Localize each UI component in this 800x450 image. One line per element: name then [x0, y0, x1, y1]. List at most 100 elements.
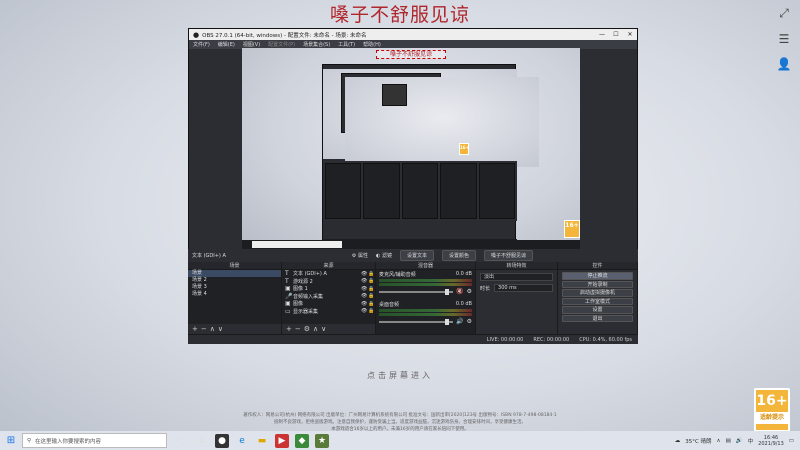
text-source-icon: T: [285, 270, 289, 278]
network-icon[interactable]: ▤: [726, 438, 731, 444]
obs-titlebar[interactable]: ● OBS 27.0.1 (64-bit, windows) - 配置文件: 未…: [189, 29, 637, 40]
eye-icon[interactable]: 👁: [361, 278, 368, 284]
text-value-field[interactable]: 嗓子不舒服见谅: [483, 250, 533, 261]
add-icon[interactable]: +: [192, 325, 201, 333]
eye-icon[interactable]: 👁: [361, 286, 368, 292]
live-status: LIVE: 00:00:00: [486, 336, 524, 343]
ime-indicator[interactable]: 中: [748, 437, 754, 445]
file-explorer-icon[interactable]: ▬: [255, 434, 269, 448]
app-icon-red[interactable]: ▶: [275, 433, 289, 448]
lock-icon[interactable]: 🔒: [368, 278, 375, 284]
source-item[interactable]: ▭ 显示器采集 👁 🔒: [282, 308, 375, 316]
cortana-icon[interactable]: ○: [175, 434, 189, 448]
maximize-icon[interactable]: ☐: [609, 31, 623, 38]
set-text-button[interactable]: 设置文本: [399, 250, 434, 261]
menu-view[interactable]: 视图(V): [243, 41, 260, 48]
app-icon-game[interactable]: ★: [315, 433, 329, 448]
lock-icon[interactable]: 🔒: [368, 286, 375, 292]
menu-help[interactable]: 帮助(H): [363, 41, 381, 48]
mixer-track: 麦克风/辅助音频 0.0 dB 🔇 ⚙: [379, 271, 472, 295]
lock-icon[interactable]: 🔒: [368, 293, 375, 299]
obs-statusbar: LIVE: 00:00:00 REC: 00:00:00 CPU: 0.4%, …: [188, 334, 638, 344]
cpu-status: CPU: 0.4%, 60.00 fps: [579, 336, 632, 343]
age-rating-badge: 16+ 适龄提示: [754, 388, 790, 432]
stop-streaming-button[interactable]: 停止推流: [562, 272, 633, 280]
current-source-label: 文本 (GDI+) A: [192, 253, 226, 259]
minimize-icon[interactable]: —: [595, 31, 609, 38]
scenes-dock: 场景 场景 场景 2 场景 3 场景 4 +−∧∨: [188, 262, 282, 334]
exit-button[interactable]: 退出: [562, 314, 633, 322]
windows-start-icon[interactable]: ⊞: [0, 435, 22, 446]
add-icon[interactable]: +: [286, 325, 295, 333]
volume-slider[interactable]: [379, 288, 454, 295]
eye-icon[interactable]: 👁: [361, 293, 368, 299]
speaker-icon[interactable]: 🔊: [736, 438, 743, 444]
nested-preview-1: 16+: [322, 64, 539, 246]
scene-item[interactable]: 场景 3: [188, 284, 281, 291]
move-down-icon[interactable]: ∨: [321, 325, 329, 333]
lock-icon[interactable]: 🔒: [368, 308, 375, 314]
menu-scene-collection[interactable]: 场景集合(S): [303, 41, 330, 48]
studio-mode-button[interactable]: 工作室模式: [562, 297, 633, 305]
obs-app-icon[interactable]: ●: [215, 433, 229, 448]
gear-icon[interactable]: ⚙: [467, 288, 472, 295]
clock[interactable]: 16:46 2021/9/13: [758, 435, 784, 447]
chevron-up-icon[interactable]: ∧: [717, 438, 721, 444]
notification-icon[interactable]: ▭: [789, 438, 794, 444]
mixer-dock: 混音器 麦克风/辅助音频 0.0 dB 🔇 ⚙ 桌面音频 0.0 dB 🔊 ⚙: [376, 262, 476, 334]
properties-button[interactable]: ⚙ 属性: [352, 252, 368, 259]
gear-icon[interactable]: ⚙: [304, 325, 313, 333]
scene-item[interactable]: 场景: [188, 270, 281, 277]
move-down-icon[interactable]: ∨: [218, 325, 226, 333]
menu-edit[interactable]: 编辑(E): [218, 41, 235, 48]
remove-icon[interactable]: −: [295, 325, 304, 333]
menu-file[interactable]: 文件(F): [193, 41, 210, 48]
gear-icon[interactable]: ⚙: [467, 318, 472, 325]
close-icon[interactable]: ✕: [623, 31, 637, 38]
move-up-icon[interactable]: ∧: [210, 325, 218, 333]
transition-select[interactable]: 淡出: [480, 273, 553, 281]
task-view-icon[interactable]: ⧉: [195, 434, 209, 448]
enter-prompt[interactable]: 点击屏幕进入: [300, 370, 500, 381]
scene-item[interactable]: 场景 2: [188, 277, 281, 284]
obs-preview[interactable]: 嗓子不舒服见谅 16+ 16+: [242, 48, 580, 249]
source-item[interactable]: ▣ 图像 1 👁 🔒: [282, 285, 375, 293]
taskbar-search-input[interactable]: ⚲ 在这里输入你要搜索的内容: [22, 433, 167, 448]
volume-meter: [379, 313, 472, 316]
expand-icon[interactable]: ⤢: [779, 6, 789, 21]
volume-slider[interactable]: [379, 318, 454, 325]
duration-input[interactable]: 300 ms: [494, 284, 553, 292]
menu-icon[interactable]: ☰: [779, 32, 790, 46]
eye-icon[interactable]: 👁: [361, 301, 368, 307]
menu-tools[interactable]: 工具(T): [338, 41, 355, 48]
source-item[interactable]: ▣ 图像 👁 🔒: [282, 300, 375, 308]
volume-meter: [379, 283, 472, 286]
remove-icon[interactable]: −: [201, 325, 210, 333]
menu-profile[interactable]: 配置文件(P): [268, 41, 295, 48]
rec-status: REC: 00:00:00: [533, 336, 570, 343]
lock-icon[interactable]: 🔒: [368, 301, 375, 307]
game-side-icons: ⤢ ☰ 👤: [776, 6, 792, 71]
edge-icon[interactable]: e: [235, 434, 249, 448]
weather-text[interactable]: 35°C 晴朗: [685, 437, 711, 445]
scenes-header: 场景: [188, 262, 281, 270]
filters-button[interactable]: ◐ 滤镜: [376, 252, 392, 259]
user-icon[interactable]: 👤: [777, 57, 792, 71]
scene-item[interactable]: 场景 4: [188, 291, 281, 298]
duration-label: 时长: [480, 285, 491, 292]
source-item[interactable]: T 文本 (GDI+) A 👁 🔒: [282, 270, 375, 278]
eye-icon[interactable]: 👁: [361, 308, 368, 314]
set-color-button[interactable]: 设置颜色: [441, 250, 476, 261]
preview-rating-badge: 16+: [564, 220, 580, 238]
lock-icon[interactable]: 🔒: [368, 271, 375, 277]
eye-icon[interactable]: 👁: [361, 271, 368, 277]
speaker-mute-icon[interactable]: 🔇: [456, 288, 463, 295]
move-up-icon[interactable]: ∧: [313, 325, 321, 333]
start-virtual-camera-button[interactable]: 启动虚拟摄像机: [562, 289, 633, 297]
speaker-icon[interactable]: 🔊: [456, 318, 463, 325]
source-item[interactable]: T 游戏源 2 👁 🔒: [282, 278, 375, 286]
start-recording-button[interactable]: 开始录制: [562, 280, 633, 288]
source-item[interactable]: 🎤 音频输入采集 👁 🔒: [282, 293, 375, 301]
settings-button[interactable]: 设置: [562, 306, 633, 314]
app-icon-green[interactable]: ◆: [295, 433, 309, 448]
